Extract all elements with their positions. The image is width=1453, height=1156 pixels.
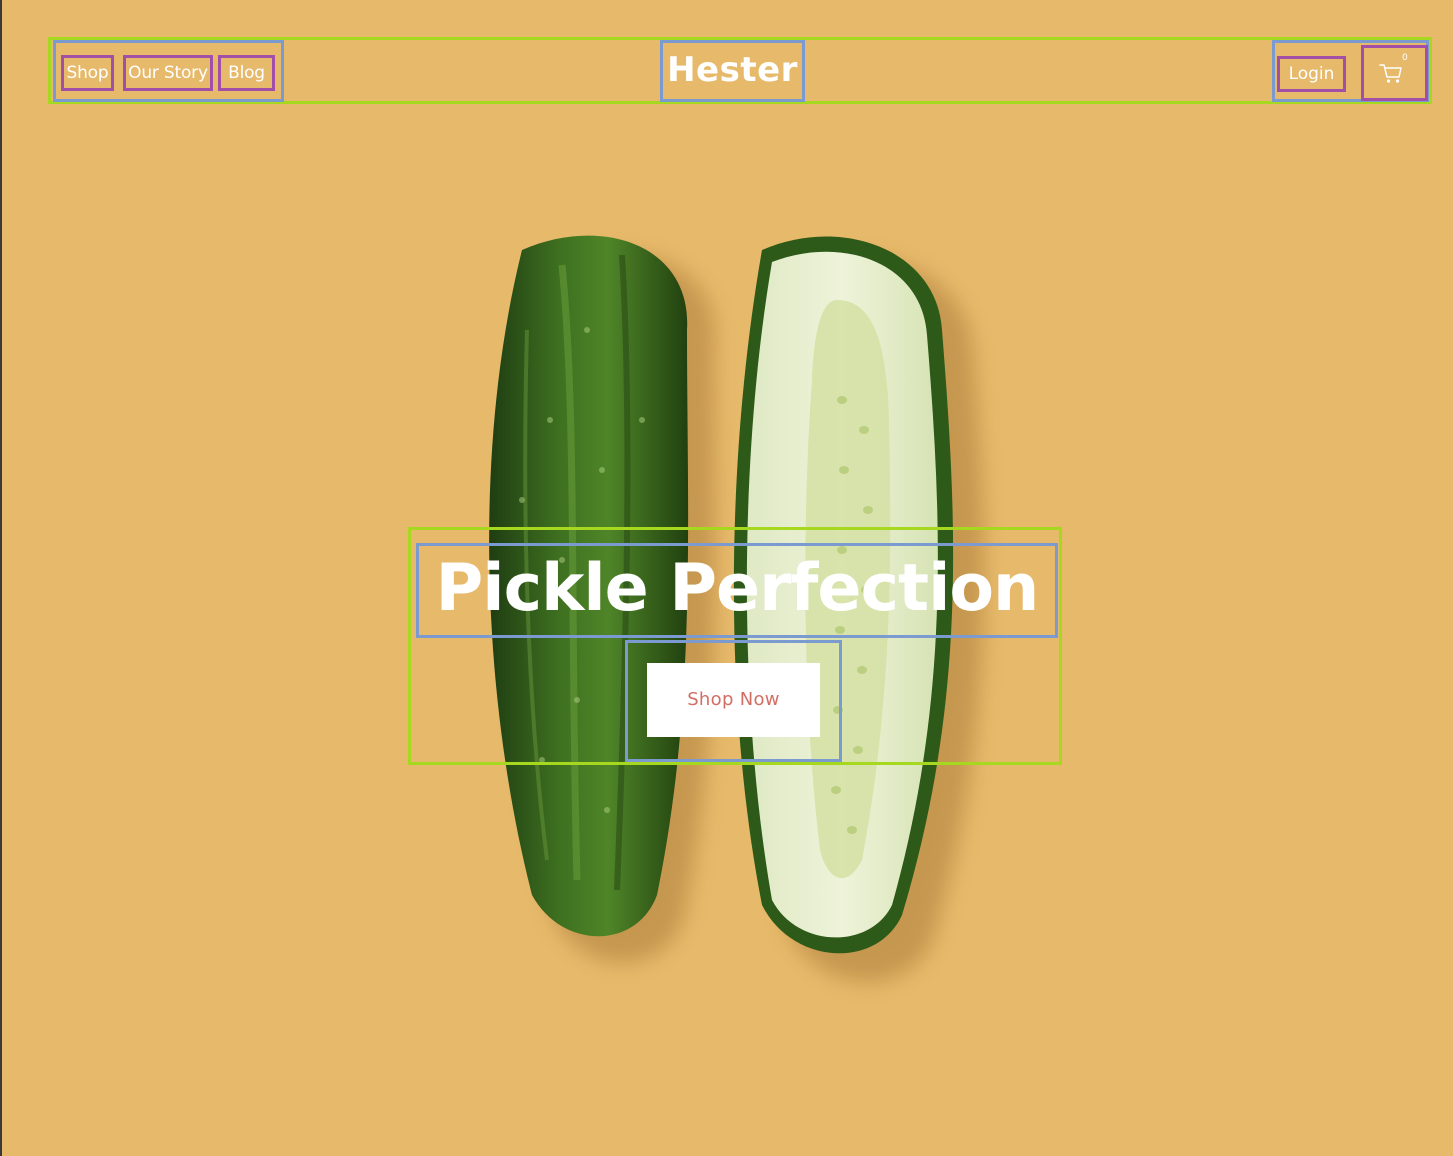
account-nav: Login 0 bbox=[1272, 40, 1429, 102]
nav-link-blog[interactable]: Blog bbox=[218, 55, 275, 91]
cart-count-badge: 0 bbox=[1402, 53, 1408, 63]
hero-cta-container: Shop Now bbox=[625, 640, 842, 762]
hero-title: Pickle Perfection bbox=[435, 551, 1040, 626]
primary-nav: Shop Our Story Blog bbox=[53, 40, 284, 102]
site-logo[interactable]: Hester bbox=[660, 40, 805, 102]
nav-link-shop[interactable]: Shop bbox=[61, 55, 114, 91]
shop-now-button[interactable]: Shop Now bbox=[647, 663, 820, 737]
site-header: Shop Our Story Blog Hester Login 0 bbox=[48, 37, 1432, 104]
hero-section: Pickle Perfection Shop Now bbox=[408, 527, 1062, 765]
cart-icon bbox=[1379, 64, 1402, 83]
login-link[interactable]: Login bbox=[1277, 56, 1346, 92]
hero-title-container: Pickle Perfection bbox=[416, 543, 1058, 638]
nav-link-our-story[interactable]: Our Story bbox=[123, 55, 213, 91]
cart-button[interactable]: 0 bbox=[1361, 45, 1428, 101]
